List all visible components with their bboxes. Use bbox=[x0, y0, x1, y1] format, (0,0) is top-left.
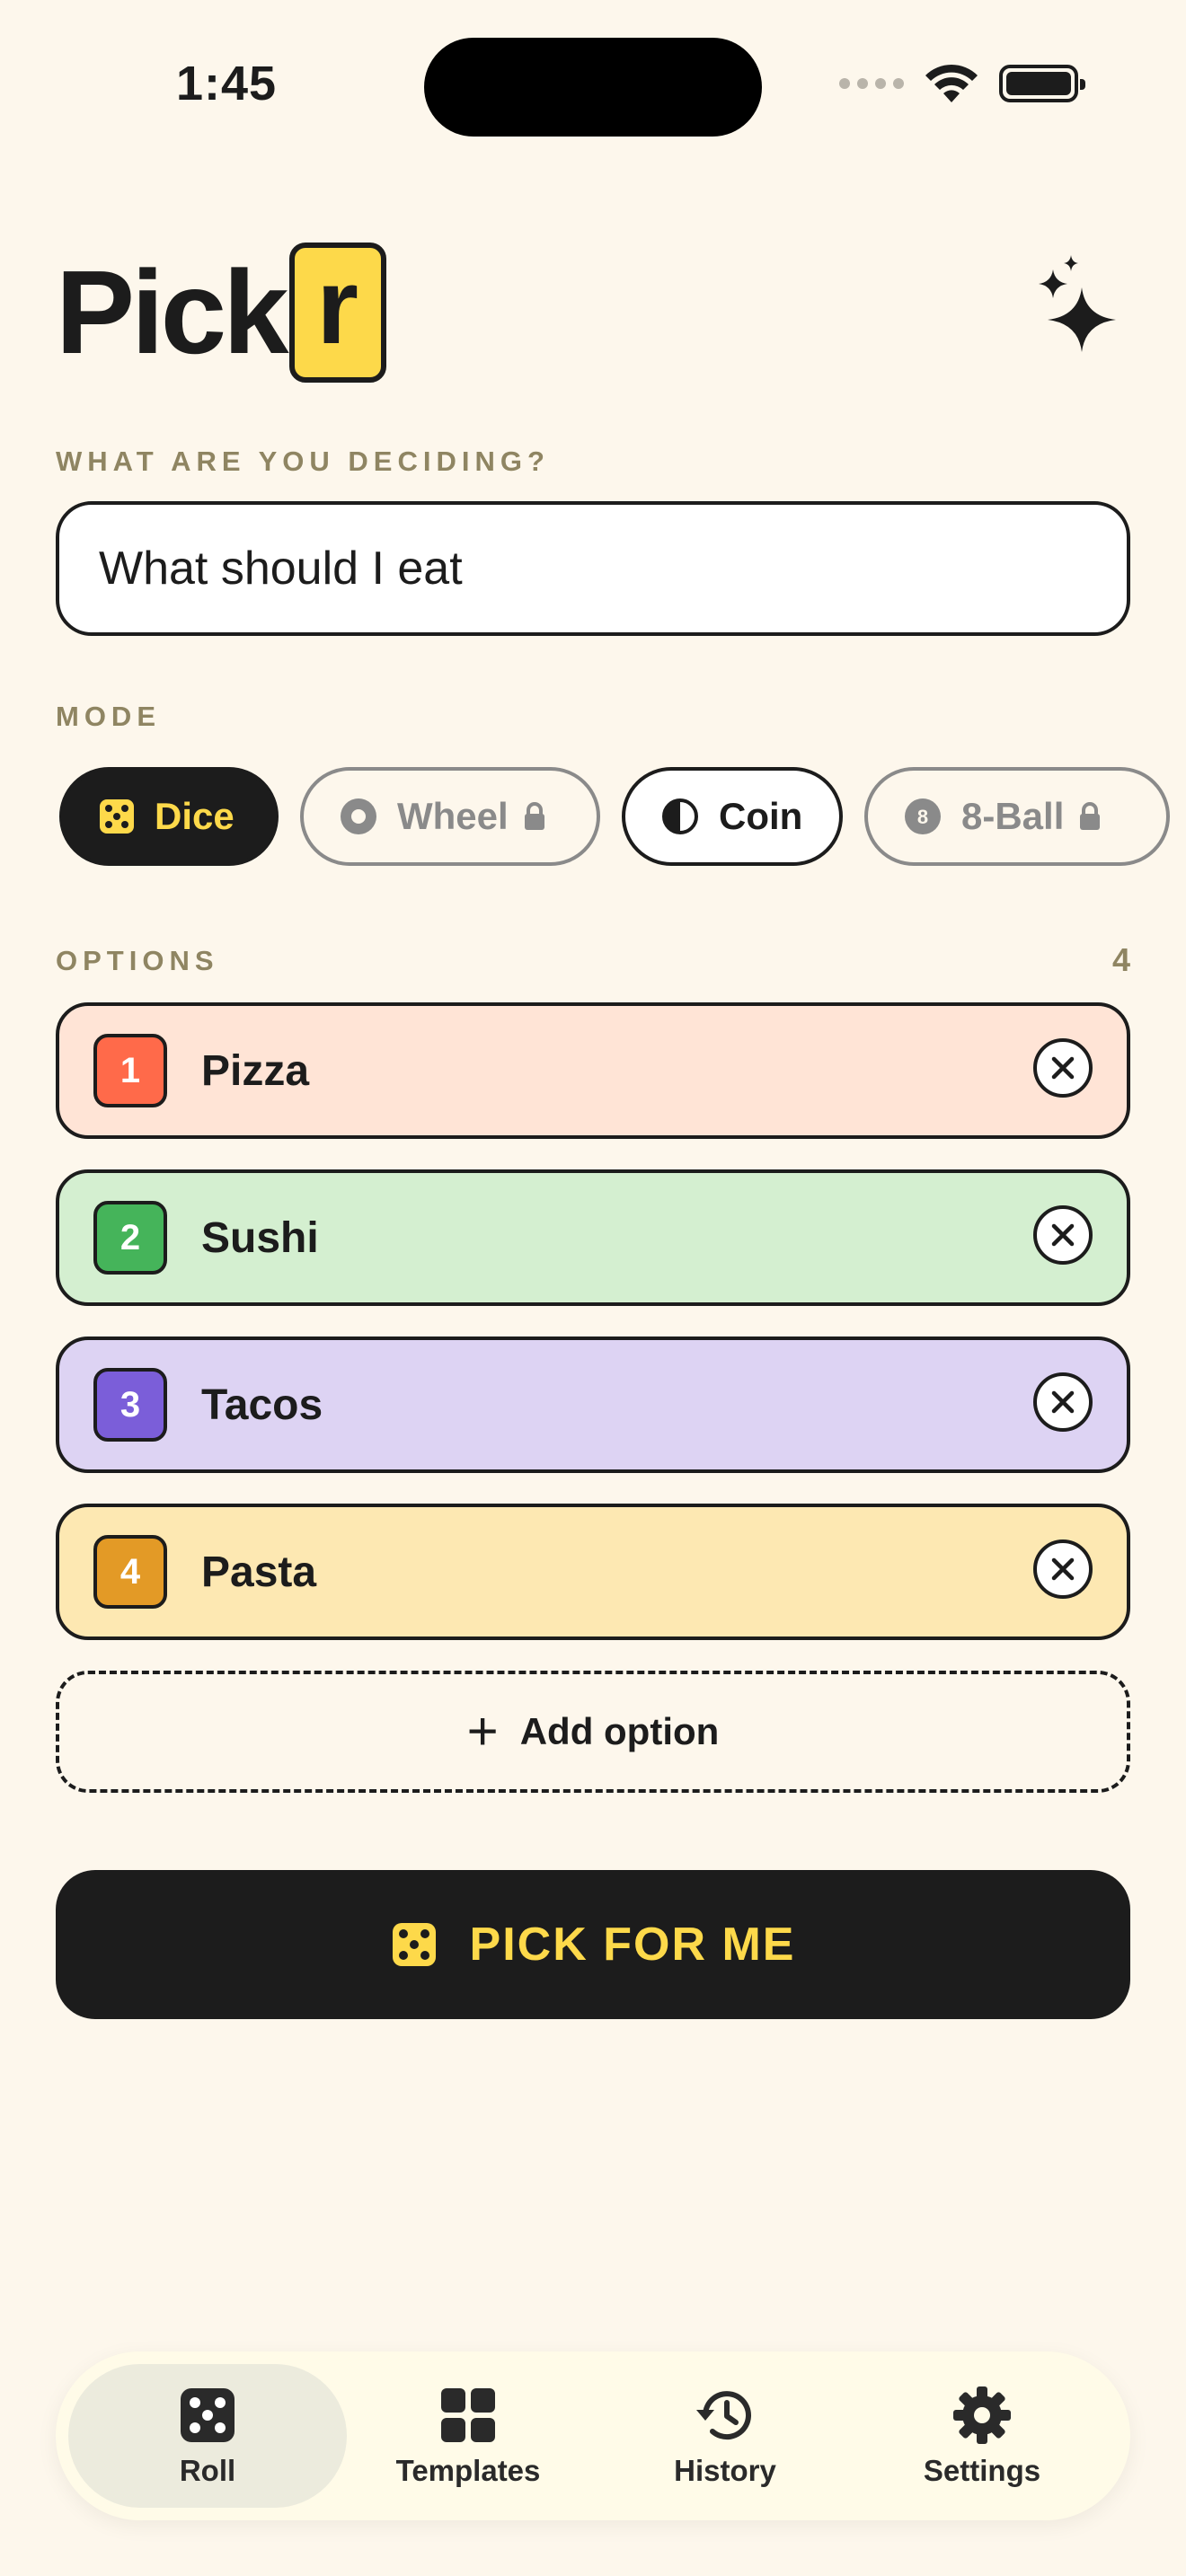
app-logo: Pick r bbox=[56, 243, 386, 383]
logo-boxed-letter: r bbox=[288, 243, 386, 383]
lock-icon bbox=[523, 802, 546, 831]
remove-option-button[interactable] bbox=[1033, 1539, 1093, 1599]
option-number-badge: 4 bbox=[93, 1535, 167, 1609]
sparkle-icon[interactable] bbox=[1026, 251, 1125, 368]
plus-icon: + bbox=[466, 1701, 499, 1761]
close-icon bbox=[1051, 1056, 1075, 1080]
pick-for-me-button[interactable]: PICK FOR ME bbox=[56, 1870, 1130, 2019]
battery-icon bbox=[999, 65, 1085, 102]
pick-button-label: PICK FOR ME bbox=[469, 1919, 796, 1971]
option-item[interactable]: 3 Tacos bbox=[56, 1337, 1130, 1473]
mode-chip-label: Coin bbox=[719, 795, 803, 837]
coin-icon bbox=[661, 798, 699, 835]
svg-text:8: 8 bbox=[917, 806, 928, 828]
close-icon bbox=[1051, 1223, 1075, 1247]
wifi-icon bbox=[925, 64, 978, 102]
tab-roll[interactable]: Roll bbox=[68, 2364, 347, 2508]
grid-icon bbox=[439, 2384, 497, 2447]
remove-option-button[interactable] bbox=[1033, 1372, 1093, 1432]
option-label: Pasta bbox=[201, 1548, 317, 1596]
tab-label: Settings bbox=[923, 2454, 1041, 2487]
mode-chip-label: Wheel bbox=[397, 795, 509, 837]
history-icon bbox=[693, 2384, 757, 2447]
close-icon bbox=[1051, 1390, 1075, 1414]
decision-label: WHAT ARE YOU DECIDING? bbox=[56, 446, 550, 477]
decision-input[interactable] bbox=[56, 501, 1130, 636]
lock-icon bbox=[1078, 802, 1102, 831]
tab-history[interactable]: History bbox=[586, 2364, 864, 2508]
mode-chip-coin[interactable]: Coin bbox=[622, 767, 843, 866]
wheel-icon bbox=[340, 798, 377, 835]
mode-chip-label: Dice bbox=[155, 795, 235, 837]
option-item[interactable]: 4 Pasta bbox=[56, 1504, 1130, 1640]
remove-option-button[interactable] bbox=[1033, 1038, 1093, 1098]
status-time: 1:45 bbox=[176, 57, 278, 110]
mode-selector: Dice Wheel Coin 8 8-Ball bbox=[59, 767, 1186, 868]
eight-ball-icon: 8 bbox=[904, 798, 942, 835]
dice-icon bbox=[99, 798, 135, 834]
options-count: 4 bbox=[1111, 941, 1130, 978]
option-label: Sushi bbox=[201, 1213, 319, 1262]
add-option-button[interactable]: + Add option bbox=[56, 1671, 1130, 1793]
tab-label: Templates bbox=[395, 2454, 541, 2487]
option-label: Pizza bbox=[201, 1046, 310, 1095]
tab-templates[interactable]: Templates bbox=[329, 2364, 607, 2508]
option-item[interactable]: 1 Pizza bbox=[56, 1002, 1130, 1139]
gear-icon bbox=[951, 2384, 1013, 2447]
option-label: Tacos bbox=[201, 1381, 323, 1429]
tab-settings[interactable]: Settings bbox=[843, 2364, 1121, 2508]
mode-label: MODE bbox=[56, 701, 161, 732]
mode-chip-dice[interactable]: Dice bbox=[59, 767, 279, 866]
dynamic-island bbox=[424, 38, 762, 137]
options-label: OPTIONS bbox=[56, 945, 219, 976]
status-icons bbox=[839, 63, 1085, 104]
option-number-badge: 1 bbox=[93, 1034, 167, 1107]
option-item[interactable]: 2 Sushi bbox=[56, 1169, 1130, 1306]
mode-chip-label: 8-Ball bbox=[961, 795, 1065, 837]
remove-option-button[interactable] bbox=[1033, 1205, 1093, 1265]
tab-bar: Roll Templates History Settings bbox=[56, 2351, 1130, 2520]
dice-icon bbox=[179, 2384, 236, 2447]
cellular-signal-icon bbox=[839, 78, 904, 89]
dice-icon bbox=[391, 1921, 438, 1968]
add-option-label: Add option bbox=[519, 1710, 720, 1752]
tab-label: History bbox=[674, 2454, 776, 2487]
option-number-badge: 3 bbox=[93, 1368, 167, 1442]
logo-text: Pick bbox=[56, 246, 289, 378]
close-icon bbox=[1051, 1557, 1075, 1581]
tab-label: Roll bbox=[179, 2454, 236, 2487]
mode-chip-wheel[interactable]: Wheel bbox=[300, 767, 600, 866]
option-number-badge: 2 bbox=[93, 1201, 167, 1275]
mode-chip-8-ball[interactable]: 8 8-Ball bbox=[864, 767, 1170, 866]
